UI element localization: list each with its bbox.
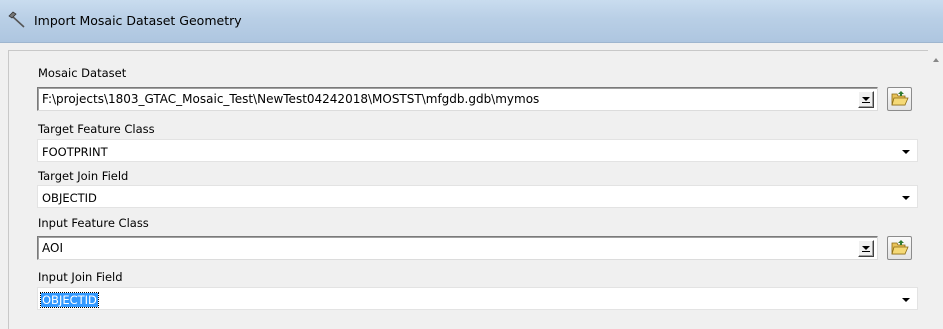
input-join-field-select[interactable]: OBJECTID [37, 287, 918, 310]
input-feature-class-label: Input Feature Class [38, 216, 149, 230]
target-join-field-label: Target Join Field [38, 169, 129, 183]
target-join-field-select[interactable]: OBJECTID [37, 185, 918, 208]
chevron-down-icon [902, 150, 910, 154]
input-feature-class-combobox[interactable]: AOI [37, 236, 878, 260]
chevron-down-icon [902, 298, 910, 302]
input-feature-class-dropdown-button[interactable] [858, 240, 874, 257]
target-feature-class-value: FOOTPRINT [42, 145, 108, 159]
mosaic-dataset-label: Mosaic Dataset [38, 66, 127, 80]
target-join-field-value: OBJECTID [42, 191, 97, 205]
input-join-field-label: Input Join Field [38, 270, 123, 284]
input-feature-class-value: AOI [42, 241, 63, 255]
input-feature-class-browse-button[interactable] [887, 236, 912, 260]
mosaic-dataset-value: F:\projects\1803_GTAC_Mosaic_Test\NewTes… [42, 92, 540, 106]
mosaic-dataset-browse-button[interactable] [887, 87, 912, 111]
input-join-field-value: OBJECTID [40, 292, 99, 308]
window-title: Import Mosaic Dataset Geometry [34, 13, 242, 28]
mosaic-dataset-dropdown-button[interactable] [858, 91, 874, 108]
hammer-icon [8, 11, 26, 29]
scroll-up-arrow-icon[interactable] [932, 53, 940, 62]
chevron-down-icon [902, 196, 910, 200]
mosaic-dataset-combobox[interactable]: F:\projects\1803_GTAC_Mosaic_Test\NewTes… [37, 87, 878, 111]
title-bar: Import Mosaic Dataset Geometry [0, 0, 943, 43]
target-feature-class-select[interactable]: FOOTPRINT [37, 139, 918, 162]
target-feature-class-label: Target Feature Class [38, 122, 155, 136]
